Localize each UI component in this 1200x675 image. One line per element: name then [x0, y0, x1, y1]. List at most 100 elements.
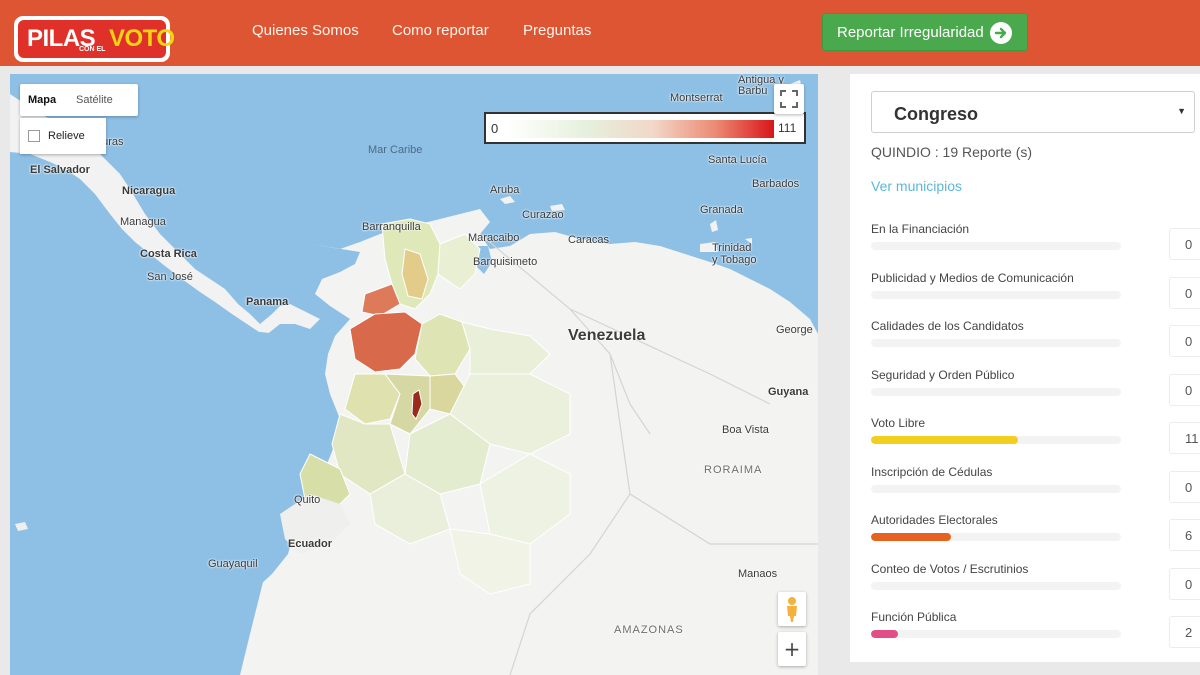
- relief-checkbox[interactable]: [28, 130, 40, 142]
- map-label-caracas: Caracas: [568, 234, 609, 246]
- map-label-barquisimeto: Barquisimeto: [473, 256, 538, 268]
- category-name: Voto Libre: [871, 416, 926, 430]
- nav-como-reportar[interactable]: Como reportar: [392, 22, 489, 39]
- category-row: Función Pública 2: [871, 610, 1200, 650]
- map-type-control: Mapa Satélite: [20, 84, 138, 116]
- legend-gradient: [506, 120, 774, 138]
- report-button-label: Reportar Irregularidad: [837, 24, 984, 41]
- category-name: Publicidad y Medios de Comunicación: [871, 270, 1074, 285]
- category-progress-bar: [871, 290, 1121, 299]
- map-label-barbados: Barbados: [752, 178, 800, 190]
- category-name: Autoridades Electorales: [871, 513, 998, 527]
- category-row: Autoridades Electorales 6: [871, 513, 1200, 553]
- category-name: Función Pública: [871, 610, 957, 624]
- category-progress-bar: [871, 436, 1121, 444]
- category-progress-fill: [871, 630, 898, 638]
- map-label-guayaquil: Guayaquil: [208, 558, 258, 570]
- map-label-santa-lucia: Santa Lucía: [708, 154, 767, 166]
- category-row: Inscripción de Cédulas 0: [871, 465, 1200, 505]
- legend-min: 0: [491, 121, 499, 136]
- category-progress-bar: [871, 339, 1121, 347]
- pilas-con-el-voto-logo[interactable]: PILAS CON EL VOTO: [14, 16, 175, 62]
- reports-sidebar: Congreso ▼ QUINDIO : 19 Reporte (s) Ver …: [850, 74, 1200, 662]
- nav-quienes-somos[interactable]: Quienes Somos: [252, 22, 359, 39]
- election-type-select[interactable]: Congreso ▼: [871, 91, 1195, 133]
- map-base-layer: [10, 80, 818, 675]
- logo-voto-text: VOTO: [109, 25, 175, 52]
- chevron-down-icon: ▼: [1177, 106, 1186, 116]
- category-progress-bar: [871, 484, 1121, 493]
- map-label-nicaragua: Nicaragua: [122, 185, 176, 197]
- map-type-map-option[interactable]: Mapa: [28, 94, 56, 106]
- category-row: Calidades de los Candidatos 0: [871, 319, 1200, 359]
- map-label-amazonas: AMAZONAS: [614, 624, 684, 636]
- category-count: 0: [1169, 325, 1200, 357]
- nav-preguntas[interactable]: Preguntas: [523, 22, 591, 39]
- legend-max: 111: [778, 121, 797, 135]
- map-label-granada: Granada: [700, 204, 743, 216]
- category-name: Calidades de los Candidatos: [871, 319, 1024, 333]
- fullscreen-icon[interactable]: [774, 84, 804, 114]
- department-summary: QUINDIO : 19 Reporte (s): [871, 144, 1033, 160]
- map-label-barbuda: Barbu: [738, 85, 768, 97]
- map-label-venezuela: Venezuela: [568, 327, 646, 344]
- map-label-manaos: Manaos: [738, 568, 778, 580]
- street-view-pegman-icon[interactable]: [778, 592, 806, 626]
- category-progress-bar: [871, 242, 1121, 250]
- map-label-trinidad: Trinidad: [712, 242, 752, 254]
- reports-map[interactable]: duras El Salvador Nicaragua Managua Cost…: [10, 74, 818, 675]
- category-progress-fill: [871, 436, 1018, 444]
- category-row: Publicidad y Medios de Comunicación 0: [871, 271, 1200, 311]
- category-row: En la Financiación 0: [871, 222, 1200, 262]
- view-municipalities-link[interactable]: Ver municipios: [871, 178, 962, 194]
- category-count: 0: [1169, 567, 1200, 600]
- map-label-mar-caribe: Mar Caribe: [368, 144, 423, 156]
- map-label-maracaibo: Maracaibo: [468, 232, 520, 244]
- map-label-managua: Managua: [120, 216, 166, 228]
- category-name: Seguridad y Orden Público: [871, 367, 1015, 382]
- category-count: 2: [1169, 616, 1200, 648]
- map-label-roraima: RORAIMA: [704, 464, 763, 476]
- category-count: 0: [1169, 276, 1200, 309]
- top-navbar: PILAS CON EL VOTO Quienes Somos Como rep…: [0, 0, 1200, 66]
- zoom-in-button[interactable]: +: [778, 632, 806, 666]
- map-type-satellite-option[interactable]: Satélite: [76, 94, 113, 106]
- map-label-san-jose: San José: [147, 271, 193, 283]
- election-type-value: Congreso: [894, 104, 979, 124]
- map-label-barranquilla: Barranquilla: [362, 221, 421, 233]
- map-label-boa-vista: Boa Vista: [722, 424, 769, 436]
- logo-con-el-text: CON EL: [79, 46, 106, 53]
- category-progress-fill: [871, 533, 951, 541]
- category-row: Conteo de Votos / Escrutinios 0: [871, 562, 1200, 602]
- category-count: 0: [1169, 470, 1200, 503]
- category-progress-bar: [871, 387, 1121, 396]
- map-color-legend: 0 111: [484, 112, 806, 144]
- map-label-aruba: Aruba: [490, 184, 520, 196]
- category-count: 0: [1169, 373, 1200, 406]
- map-label-guyana: Guyana: [768, 386, 809, 398]
- category-progress-bar: [871, 581, 1121, 590]
- category-name: Conteo de Votos / Escrutinios: [871, 561, 1029, 576]
- category-count: 11: [1169, 422, 1200, 454]
- arrow-right-circle-icon: [990, 22, 1012, 44]
- map-label-panama: Panama: [246, 296, 289, 308]
- map-label-montserrat: Montserrat: [670, 92, 723, 104]
- map-label-quito: Quito: [294, 494, 321, 506]
- map-label-ecuador: Ecuador: [288, 538, 333, 550]
- map-label-y-tobago: y Tobago: [712, 254, 757, 266]
- map-label-curazao: Curazao: [522, 209, 564, 221]
- relief-label: Relieve: [48, 130, 85, 142]
- report-irregularity-button[interactable]: Reportar Irregularidad: [822, 13, 1028, 51]
- map-label-costa-rica: Costa Rica: [140, 248, 197, 260]
- category-count: 0: [1169, 228, 1200, 260]
- category-progress-bar: [871, 630, 1121, 638]
- category-count: 6: [1169, 519, 1200, 551]
- category-name: Inscripción de Cédulas: [871, 464, 993, 479]
- category-progress-bar: [871, 533, 1121, 541]
- map-label-el-salvador: El Salvador: [30, 164, 90, 176]
- map-label-georgetown: George: [776, 324, 813, 336]
- category-row: Voto Libre 11: [871, 416, 1200, 456]
- category-name: En la Financiación: [871, 222, 970, 236]
- relief-toggle[interactable]: Relieve: [20, 118, 106, 154]
- category-row: Seguridad y Orden Público 0: [871, 368, 1200, 408]
